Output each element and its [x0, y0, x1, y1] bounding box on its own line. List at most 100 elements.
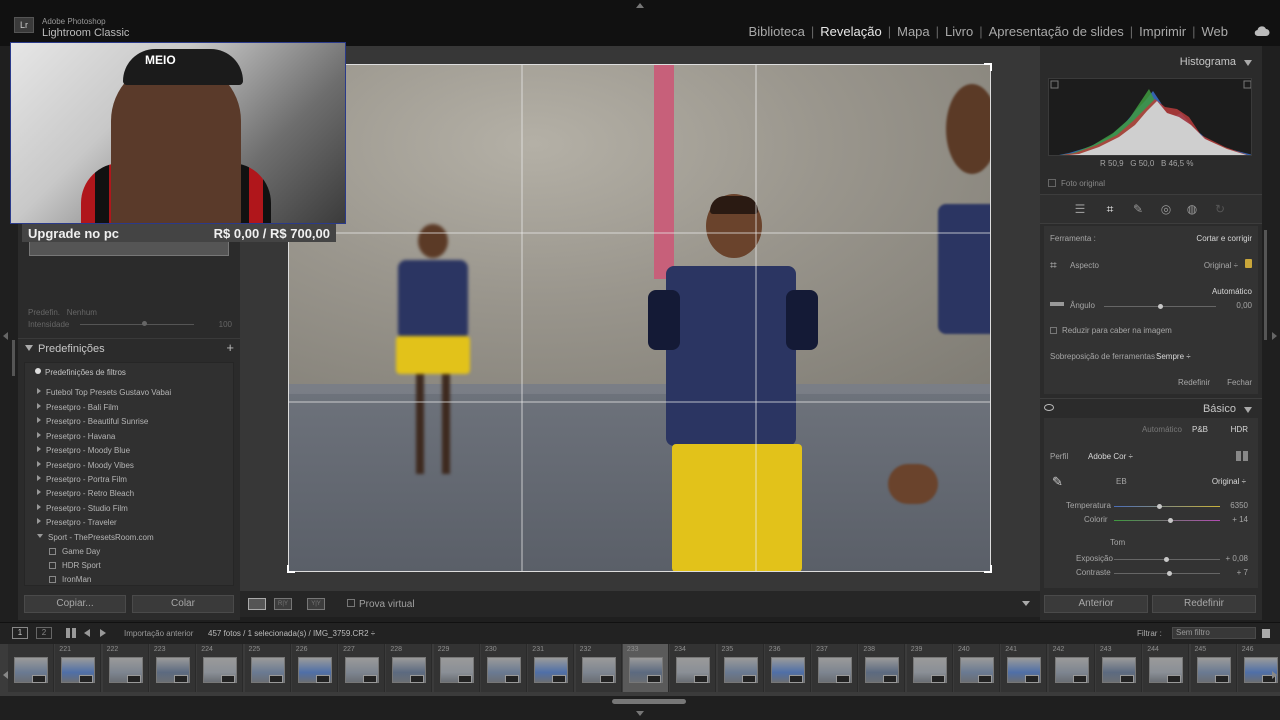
- preset-group[interactable]: Presetpro - Moody Blue: [37, 446, 130, 460]
- intensity-slider[interactable]: Intensidade 100: [28, 320, 234, 329]
- crop-tool-icon[interactable]: ⌗: [1102, 201, 1118, 217]
- collapse-caret-icon[interactable]: [25, 345, 33, 351]
- module-livro[interactable]: Livro: [939, 24, 979, 39]
- filmstrip-thumbnail[interactable]: 242: [1048, 644, 1095, 692]
- filmstrip-thumbnail[interactable]: 223: [149, 644, 196, 692]
- crop-close-button[interactable]: Fechar: [1227, 378, 1252, 387]
- filmstrip-thumbnail[interactable]: 230: [481, 644, 527, 692]
- original-photo-checkbox[interactable]: [1048, 179, 1056, 187]
- preset-filter-row[interactable]: Predefinições de filtros: [25, 363, 233, 382]
- presets-panel-header[interactable]: Predefinições +: [18, 338, 240, 358]
- filmstrip-thumbnail[interactable]: 241: [1001, 644, 1048, 692]
- filmstrip-scroll-right-icon[interactable]: [1272, 671, 1277, 679]
- preset-item[interactable]: Game Day: [49, 547, 100, 556]
- collapse-caret-icon[interactable]: [1244, 60, 1252, 66]
- masking-tool-icon[interactable]: ◍: [1184, 201, 1200, 217]
- filter-dropdown[interactable]: Sem filtro: [1172, 627, 1256, 639]
- filmstrip-thumbnail[interactable]: 243: [1095, 644, 1142, 692]
- toolbar-options-dropdown-icon[interactable]: [1022, 601, 1030, 606]
- preset-group[interactable]: Presetpro - Studio Film: [37, 504, 128, 518]
- healing-tool-icon[interactable]: ✎: [1130, 201, 1146, 217]
- preset-group[interactable]: Presetpro - Portra Film: [37, 475, 127, 489]
- module-imprimir[interactable]: Imprimir: [1133, 24, 1192, 39]
- copy-settings-button[interactable]: Copiar...: [24, 595, 126, 613]
- module-web[interactable]: Web: [1196, 24, 1235, 39]
- right-panel-scrollbar[interactable]: [1264, 230, 1267, 340]
- temperature-value[interactable]: 6350: [1230, 501, 1248, 510]
- reset-button[interactable]: Redefinir: [1152, 595, 1256, 613]
- filmstrip-thumbnail[interactable]: [8, 644, 54, 692]
- preset-group[interactable]: Presetpro - Retro Bleach: [37, 489, 134, 503]
- preset-group[interactable]: Presetpro - Havana: [37, 432, 115, 446]
- contrast-value[interactable]: + 7: [1237, 568, 1248, 577]
- filmstrip-thumbnail[interactable]: 234: [670, 644, 717, 692]
- filmstrip-info[interactable]: 457 fotos / 1 selecionada(s) / IMG_3759.…: [208, 629, 375, 638]
- filmstrip-thumbnail[interactable]: 246: [1237, 644, 1280, 692]
- tint-value[interactable]: + 14: [1232, 515, 1248, 524]
- filmstrip-thumbnail[interactable]: 244: [1143, 644, 1190, 692]
- histogram-header[interactable]: Histograma: [1040, 52, 1262, 72]
- module-mapa[interactable]: Mapa: [891, 24, 936, 39]
- filmstrip-thumbnail[interactable]: 233: [622, 644, 669, 692]
- filmstrip-thumbnail[interactable]: 239: [906, 644, 953, 692]
- angle-value[interactable]: 0,00: [1236, 301, 1252, 310]
- before-after-view-button[interactable]: R|Y: [274, 598, 292, 610]
- crop-reset-button[interactable]: Redefinir: [1178, 378, 1210, 387]
- filmstrip-thumbnail[interactable]: 236: [764, 644, 811, 692]
- filmstrip-thumbnail[interactable]: 225: [244, 644, 291, 692]
- loupe-view-button[interactable]: [248, 598, 266, 610]
- paste-settings-button[interactable]: Colar: [132, 595, 234, 613]
- preset-group[interactable]: Presetpro - Moody Vibes: [37, 461, 134, 475]
- module-apresentacao[interactable]: Apresentação de slides: [983, 24, 1130, 39]
- module-revelacao[interactable]: Revelação: [814, 24, 887, 39]
- filmstrip-thumbnail[interactable]: 231: [528, 644, 575, 692]
- filmstrip-thumbnail[interactable]: 228: [386, 644, 433, 692]
- preset-group[interactable]: Futebol Top Presets Gustavo Vabai: [37, 388, 171, 402]
- white-balance-dropdown[interactable]: Original ÷: [1212, 477, 1246, 486]
- profile-dropdown[interactable]: Adobe Cor ÷: [1088, 452, 1133, 461]
- preset-group[interactable]: Presetpro - Bali Film: [37, 403, 118, 417]
- filmstrip-thumbnail[interactable]: 227: [339, 644, 386, 692]
- forward-arrow-icon[interactable]: [100, 629, 106, 637]
- hdr-button[interactable]: HDR: [1231, 425, 1248, 434]
- temperature-slider-knob[interactable]: [1157, 504, 1162, 509]
- primary-display-button[interactable]: 1: [12, 627, 28, 639]
- lock-icon[interactable]: [1245, 259, 1252, 268]
- before-after-split-button[interactable]: Y|Y: [307, 598, 325, 610]
- navigator-preview[interactable]: [29, 240, 229, 256]
- filter-lock-icon[interactable]: [1262, 629, 1270, 638]
- profile-browser-icon[interactable]: [1236, 451, 1248, 461]
- filmstrip-scrollbar[interactable]: [612, 699, 686, 704]
- left-panel-toggle-icon[interactable]: [3, 332, 8, 340]
- level-tool-icon[interactable]: [1050, 302, 1064, 306]
- white-balance-picker-icon[interactable]: ✎: [1052, 474, 1063, 490]
- filmstrip-thumbnail[interactable]: 224: [197, 644, 244, 692]
- treatment-bw-button[interactable]: P&B: [1192, 425, 1208, 434]
- basic-panel-header[interactable]: Básico: [1040, 398, 1262, 418]
- preset-group[interactable]: Presetpro - Beautiful Sunrise: [37, 417, 148, 431]
- photo-preview[interactable]: [288, 64, 991, 572]
- constrain-checkbox[interactable]: [1050, 327, 1057, 334]
- previous-button[interactable]: Anterior: [1044, 595, 1148, 613]
- angle-slider-knob[interactable]: [1158, 304, 1163, 309]
- top-panel-toggle-icon[interactable]: [636, 3, 644, 8]
- add-preset-button[interactable]: +: [226, 340, 234, 355]
- auto-straighten-button[interactable]: Automático: [1212, 287, 1252, 296]
- filmstrip-thumbnail[interactable]: 229: [433, 644, 480, 692]
- eye-icon[interactable]: [1044, 404, 1054, 411]
- filmstrip-thumbnail[interactable]: 238: [859, 644, 906, 692]
- filmstrip-thumbnail[interactable]: 245: [1190, 644, 1237, 692]
- bottom-panel-toggle-icon[interactable]: [636, 711, 644, 716]
- contrast-slider-knob[interactable]: [1167, 571, 1172, 576]
- histogram[interactable]: [1048, 78, 1252, 156]
- filmstrip-thumbnail[interactable]: 222: [102, 644, 149, 692]
- tool-overlay-dropdown[interactable]: Sempre ÷: [1156, 352, 1191, 361]
- aspect-dropdown[interactable]: Original ÷: [1204, 261, 1238, 270]
- crop-aspect-icon[interactable]: ⌗: [1050, 258, 1057, 273]
- filmstrip-thumbnail[interactable]: 221: [55, 644, 102, 692]
- filmstrip-source[interactable]: Importação anterior: [124, 629, 193, 638]
- grid-view-icon[interactable]: [66, 628, 76, 638]
- filmstrip-thumbnail[interactable]: 235: [717, 644, 764, 692]
- secondary-display-button[interactable]: 2: [36, 627, 52, 639]
- temperature-slider[interactable]: [1114, 506, 1220, 507]
